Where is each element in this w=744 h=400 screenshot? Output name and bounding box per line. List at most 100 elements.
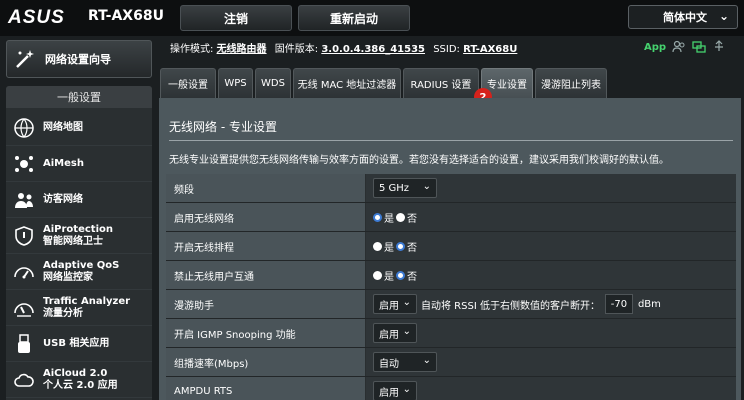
enable-radio-yes[interactable]: 是 xyxy=(373,210,394,225)
band-select[interactable]: 5 GHz ⌄ xyxy=(373,178,437,198)
isolation-no[interactable]: 否 xyxy=(396,268,417,283)
aimesh-icon xyxy=(15,155,33,172)
sidebar-item-guest-network[interactable]: 访客网络 xyxy=(6,182,152,218)
roaming-description: 自动将 RSSI 低于右侧数值的客户断开： xyxy=(421,300,600,312)
roaming-label: 漫游助手 xyxy=(166,290,366,318)
radio-selected-icon xyxy=(396,270,405,280)
schedule-yes[interactable]: 是 xyxy=(373,239,394,254)
table-row: 组播速率(Mbps) 自动 ⌄ xyxy=(166,348,736,377)
band-value: 5 GHz xyxy=(379,182,410,194)
reboot-button[interactable]: 重新启动 xyxy=(298,5,410,31)
sidebar-item-label: 网络地图 xyxy=(43,121,83,133)
radio-selected-icon xyxy=(396,241,405,251)
firmware-label: 固件版本: xyxy=(274,44,319,55)
shield-icon xyxy=(15,225,33,246)
sidebar-item-label: Traffic Analyzer 流量分析 xyxy=(43,295,131,319)
radio-unselected-icon xyxy=(373,241,382,251)
sidebar-item-label: 访客网络 xyxy=(43,193,83,205)
page-title: 无线网络 - 专业设置 xyxy=(169,120,277,134)
op-mode-label: 操作模式: xyxy=(170,44,214,55)
network-status-icon[interactable] xyxy=(692,40,706,54)
sidebar-item-aiprotection[interactable]: AiProtection 智能网络卫士 xyxy=(6,218,152,254)
tab-wps[interactable]: WPS xyxy=(218,68,253,98)
radio-label: 否 xyxy=(407,213,417,225)
sidebar-item-adaptive-qos[interactable]: Adaptive QoS 网络监控家 xyxy=(6,254,152,290)
sidebar-item-traffic-analyzer[interactable]: Traffic Analyzer 流量分析 xyxy=(6,290,152,326)
ampdu-select[interactable]: 启用 ⌄ xyxy=(373,381,417,400)
gauge-icon xyxy=(14,266,34,278)
schedule-no[interactable]: 否 xyxy=(396,239,417,254)
ampdu-label: AMPDU RTS xyxy=(166,377,366,400)
enable-radio-no[interactable]: 否 xyxy=(396,210,417,225)
radio-selected-icon xyxy=(373,212,382,222)
sidebar-section-title: 一般设置 xyxy=(6,86,152,108)
igmp-label: 开启 IGMP Snooping 功能 xyxy=(166,319,366,347)
rssi-input[interactable]: -70 xyxy=(604,294,633,314)
title-divider xyxy=(169,140,733,141)
roaming-select[interactable]: 启用 ⌄ xyxy=(373,294,417,314)
ssid-label: SSID: xyxy=(433,44,460,55)
usb-icon xyxy=(18,333,30,353)
usb-status-icon[interactable] xyxy=(712,40,726,54)
chevron-down-icon: ⌄ xyxy=(422,355,431,366)
table-row: 启用无线网络 是 否 xyxy=(166,203,736,232)
status-bar: 操作模式: 无线路由器 固件版本: 3.0.0.4.386_41535 SSID… xyxy=(170,40,522,55)
radio-unselected-icon xyxy=(373,270,382,280)
tab-wds[interactable]: WDS xyxy=(255,68,291,98)
setup-wizard-button[interactable]: 网络设置向导 xyxy=(6,40,152,78)
chevron-down-icon: ⌄ xyxy=(402,326,411,337)
sidebar-item-network-map[interactable]: 网络地图 xyxy=(6,110,152,146)
op-mode-link[interactable]: 无线路由器 xyxy=(217,44,267,55)
analyzer-icon xyxy=(14,302,34,317)
band-label: 频段 xyxy=(166,174,366,202)
table-row: 漫游助手 启用 ⌄ 自动将 RSSI 低于右侧数值的客户断开： -70 dBm xyxy=(166,290,736,319)
users-icon[interactable] xyxy=(672,40,686,54)
radio-label: 否 xyxy=(407,242,417,254)
multicast-label: 组播速率(Mbps) xyxy=(166,348,366,376)
tab-mac-filter[interactable]: 无线 MAC 地址过滤器 xyxy=(293,68,401,98)
multicast-select[interactable]: 自动 ⌄ xyxy=(373,352,437,372)
igmp-value: 启用 xyxy=(379,329,399,341)
tab-radius[interactable]: RADIUS 设置 xyxy=(403,68,479,98)
ampdu-value: 启用 xyxy=(379,387,399,399)
radio-label: 是 xyxy=(384,242,394,254)
sidebar: 一般设置 网络地图 AiMesh 访客网络 AiProtection 智能网络卫士… xyxy=(6,86,152,400)
language-select[interactable]: 简体中文 ⌄ xyxy=(628,5,738,29)
status-icons: App xyxy=(644,40,726,54)
tab-general[interactable]: 一般设置 xyxy=(160,68,216,98)
isolation-label: 禁止无线用户互通 xyxy=(166,261,366,289)
cloud-icon xyxy=(14,373,34,387)
logout-button[interactable]: 注销 xyxy=(180,5,292,31)
sidebar-item-usb[interactable]: USB 相关应用 xyxy=(6,326,152,362)
setup-wizard-label: 网络设置向导 xyxy=(45,53,111,66)
radio-unselected-icon xyxy=(396,212,405,222)
chevron-down-icon: ⌄ xyxy=(718,9,729,23)
table-row: 频段 5 GHz ⌄ xyxy=(166,174,736,203)
chevron-down-icon: ⌄ xyxy=(402,384,411,395)
radio-label: 是 xyxy=(384,213,394,225)
rssi-unit: dBm xyxy=(637,298,661,310)
firmware-link[interactable]: 3.0.0.4.386_41535 xyxy=(321,44,425,55)
sidebar-item-label: Adaptive QoS 网络监控家 xyxy=(43,259,120,283)
igmp-select[interactable]: 启用 ⌄ xyxy=(373,323,417,343)
page-description: 无线专业设置提供您无线网络传输与效率方面的设置。若您没有选择适合的设置，建议采用… xyxy=(169,155,669,166)
app-link[interactable]: App xyxy=(644,42,666,53)
sidebar-item-label: AiProtection 智能网络卫士 xyxy=(43,223,113,247)
ssid-link[interactable]: RT-AX68U xyxy=(463,44,517,55)
wizard-icon xyxy=(16,50,34,68)
settings-table: 频段 5 GHz ⌄ 启用无线网络 是 否 开启无线排程 是 否 禁止无线用户互… xyxy=(166,174,736,400)
table-row: 禁止无线用户互通 是 否 xyxy=(166,261,736,290)
sidebar-item-aimesh[interactable]: AiMesh xyxy=(6,146,152,182)
multicast-value: 自动 xyxy=(379,358,399,370)
language-label: 简体中文 xyxy=(663,11,707,24)
asus-logo: ASUS xyxy=(8,7,65,28)
isolation-yes[interactable]: 是 xyxy=(373,268,394,283)
tab-roaming-block-list[interactable]: 漫游阻止列表 xyxy=(535,68,607,98)
sidebar-item-aicloud[interactable]: AiCloud 2.0 个人云 2.0 应用 xyxy=(6,362,152,398)
sidebar-item-label: AiCloud 2.0 个人云 2.0 应用 xyxy=(43,367,118,391)
table-row: 开启无线排程 是 否 xyxy=(166,232,736,261)
schedule-label: 开启无线排程 xyxy=(166,232,366,260)
sidebar-item-label: AiMesh xyxy=(43,157,84,169)
model-name: RT-AX68U xyxy=(88,8,164,24)
roaming-value: 启用 xyxy=(379,300,399,312)
